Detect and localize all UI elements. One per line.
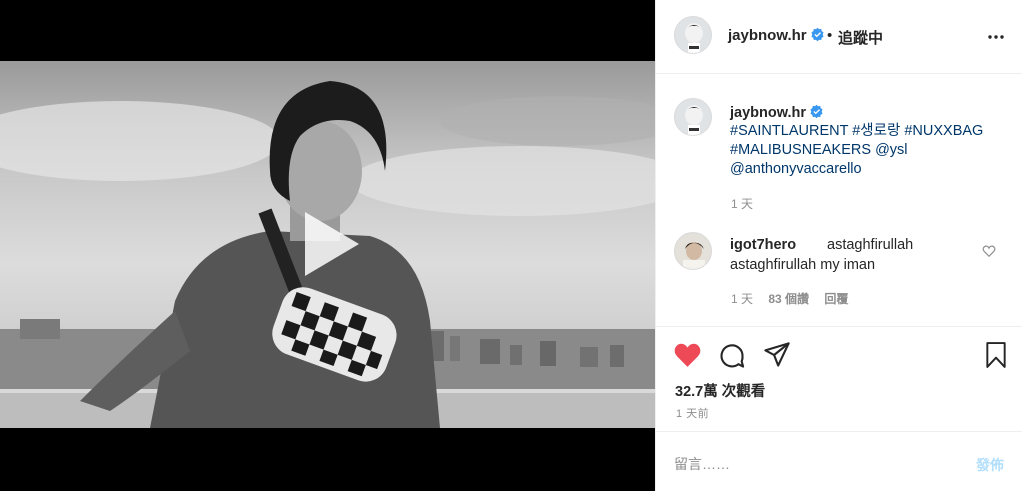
- caption-author-text[interactable]: jaybnow.hr: [730, 105, 806, 121]
- header-separator: •: [827, 27, 833, 44]
- avatar-image: [675, 233, 711, 269]
- hashtag-link[interactable]: #MALIBUSNEAKERS: [730, 142, 871, 158]
- comment-icon[interactable]: [718, 342, 746, 370]
- following-button[interactable]: 追蹤中: [838, 27, 883, 48]
- more-options-icon[interactable]: [988, 29, 1004, 45]
- caption-text: #SAINTLAURENT #생로랑 #NUXXBAG #MALIBUSNEAK…: [730, 122, 1010, 179]
- add-comment-section: 發佈: [656, 431, 1022, 491]
- verified-badge-icon: [811, 27, 824, 42]
- avatar-image: [675, 17, 711, 53]
- reply-button[interactable]: 回覆: [824, 292, 848, 306]
- author-username-text[interactable]: jaybnow.hr: [728, 27, 807, 44]
- author-username[interactable]: jaybnow.hr: [728, 27, 825, 44]
- comment-like-count[interactable]: 83 個讚: [768, 292, 809, 306]
- post-comment-button[interactable]: 發佈: [976, 455, 1004, 475]
- bookmark-icon[interactable]: [984, 342, 1008, 368]
- post-header: jaybnow.hr • 追蹤中: [656, 0, 1022, 74]
- share-icon[interactable]: [763, 342, 791, 368]
- heart-icon[interactable]: [673, 342, 702, 368]
- heart-icon[interactable]: [982, 244, 996, 258]
- comment-text: astaghfirullah: [827, 237, 914, 253]
- play-button[interactable]: [291, 206, 367, 282]
- caption-timestamp[interactable]: 1 天: [731, 195, 753, 212]
- view-count[interactable]: 32.7萬 次觀看: [675, 380, 765, 401]
- post-panel: jaybnow.hr • 追蹤中 jaybnow.hr #SAINTLAUREN…: [655, 0, 1022, 491]
- caption-author-avatar[interactable]: [674, 98, 712, 136]
- author-avatar[interactable]: [674, 16, 712, 54]
- commenter-avatar[interactable]: [674, 232, 712, 270]
- comment-timestamp[interactable]: 1 天: [731, 292, 753, 306]
- hashtag-link[interactable]: #생로랑: [852, 123, 900, 139]
- hashtag-link[interactable]: #SAINTLAURENT: [730, 123, 848, 139]
- hashtag-link[interactable]: #NUXXBAG: [904, 123, 983, 139]
- comment-text-continued: astaghfirullah my iman: [730, 257, 876, 273]
- comment-meta: 1 天 83 個讚 回覆: [731, 290, 860, 307]
- action-bar-divider: [656, 326, 1022, 327]
- caption-author-username[interactable]: jaybnow.hr: [730, 104, 824, 121]
- video-player[interactable]: [0, 0, 655, 491]
- commenter-username[interactable]: igot7hero: [730, 237, 796, 253]
- play-icon: [305, 212, 359, 276]
- avatar-image: [675, 99, 711, 135]
- post-timestamp[interactable]: 1 天前: [676, 405, 709, 421]
- mention-link[interactable]: @ysl: [875, 142, 907, 158]
- verified-badge-icon: [810, 104, 823, 119]
- mention-link[interactable]: @anthonyvaccarello: [730, 161, 862, 177]
- comment-input[interactable]: [674, 454, 954, 474]
